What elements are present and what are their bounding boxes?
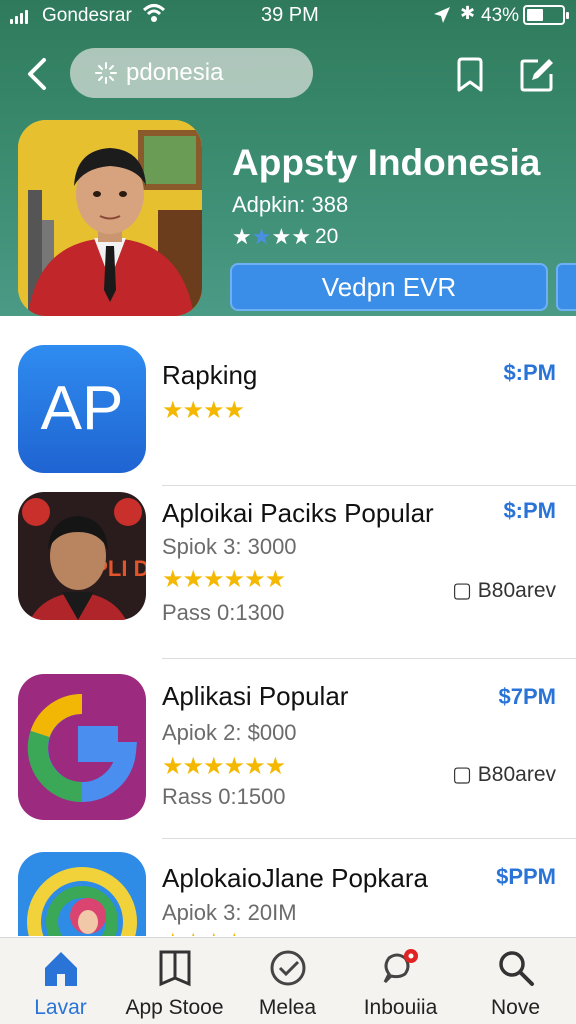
app-stars: ★★★★ (162, 928, 245, 936)
tab-inbouiia[interactable]: Inbouiia (343, 938, 458, 1024)
app-price[interactable]: $7PM (499, 684, 556, 710)
tab-label: Nove (490, 996, 541, 1019)
badge-icon: ▢ (452, 763, 472, 786)
app-subtitle: Apiok 2: $000 (162, 720, 297, 745)
wifi-icon (142, 2, 166, 29)
tab-label: Melea (258, 996, 317, 1019)
star-icon: ★ (232, 224, 252, 249)
featured-app-title: Appsty Indonesia (232, 142, 541, 183)
star-icon: ★ (251, 224, 272, 249)
status-bar: Gondesrar 39 PM ✱ 43% (0, 0, 576, 32)
featured-app-button[interactable]: Vedpn EVR (230, 263, 548, 311)
star-icon: ★ (271, 224, 292, 249)
star-icon: ★ (291, 224, 311, 249)
featured-app-secondary-button[interactable] (556, 263, 576, 311)
tab-lavar[interactable]: Lavar (3, 938, 118, 1024)
list-item[interactable]: AP Rapking ★★★★ $:PM (0, 316, 576, 486)
app-list: AP Rapking ★★★★ $:PM APLI DO Aploikai Pa… (0, 316, 576, 936)
tab-nove[interactable]: Nove (458, 938, 573, 1024)
app-title: Rapking (162, 360, 258, 390)
app-header: Gondesrar 39 PM ✱ 43% pdonesia Appsty In… (0, 0, 576, 316)
app-icon[interactable]: AP (18, 345, 146, 473)
bluetooth-icon: ✱ (460, 3, 476, 23)
back-button[interactable] (22, 54, 58, 94)
tab-label: Lavar (34, 996, 87, 1019)
app-title: Aploikai Paciks Popular (162, 498, 434, 528)
app-icon[interactable] (18, 852, 146, 936)
app-title: AplokaioJlane Popkara (162, 863, 428, 893)
book-icon (159, 950, 190, 987)
rating-count: 20 (314, 225, 339, 248)
badge-icon: ▢ (452, 579, 472, 602)
signal-icon (10, 10, 28, 24)
bookmark-icon (457, 57, 483, 92)
edit-button[interactable] (518, 56, 556, 94)
tab-label: App Stooe (125, 996, 224, 1019)
app-icon-text: AP (41, 374, 124, 443)
featured-app-subtitle: Adpkin: 388 (232, 192, 349, 217)
app-icon[interactable]: G (18, 674, 146, 820)
search-text: pdonesia (126, 59, 224, 86)
app-stars: ★★★★★★ (162, 566, 286, 593)
app-stars: ★★★★★★ (162, 753, 286, 780)
app-price[interactable]: $PPM (496, 864, 556, 890)
list-item[interactable]: AplokaioJlane Popkara Apiok 3: 20IM ★★★★… (0, 838, 576, 936)
app-subtitle: Spiok 3: 3000 (162, 534, 297, 559)
app-price[interactable]: $:PM (503, 360, 556, 386)
app-rating-text: Pass 0:1300 (162, 600, 285, 625)
bookmark-button[interactable] (452, 56, 488, 94)
tab-bar: Lavar App Stooe Melea Inbouiia Nove (0, 937, 576, 1024)
search-input[interactable]: pdonesia (70, 48, 313, 98)
location-icon (432, 5, 452, 30)
app-icon[interactable]: APLI DO (18, 492, 146, 620)
app-stars: ★★★★ (162, 397, 245, 424)
home-icon (44, 952, 77, 986)
search-icon (498, 951, 534, 986)
carrier-name: Gondesrar (42, 5, 132, 26)
app-rating-text: Rass 0:1500 (162, 784, 286, 809)
badge-text: B80arev (477, 763, 556, 786)
edit-icon (520, 59, 553, 92)
sparkle-icon (95, 62, 117, 84)
app-price[interactable]: $:PM (503, 498, 556, 524)
tab-app-store[interactable]: App Stooe (117, 938, 232, 1024)
battery-icon (523, 5, 569, 25)
tab-melea[interactable]: Melea (230, 938, 345, 1024)
featured-app-rating: ★ ★ ★ ★ 20 (232, 224, 338, 250)
chevron-left-icon (28, 58, 46, 90)
app-badge: ▢ B80arev (452, 762, 556, 787)
list-item[interactable]: APLI DO Aploikai Paciks Popular Spiok 3:… (0, 486, 576, 659)
app-title: Aplikasi Popular (162, 681, 349, 711)
app-badge: ▢ B80arev (452, 578, 556, 603)
status-time: 39 PM (261, 4, 319, 26)
check-circle-icon (270, 950, 305, 986)
app-subtitle: Apiok 3: 20IM (162, 900, 297, 925)
chat-bell-icon (383, 949, 418, 984)
badge-text: B80arev (477, 579, 556, 602)
battery-percent: 43% (481, 5, 520, 26)
list-item[interactable]: G Aplikasi Popular Apiok 2: $000 ★★★★★★ … (0, 658, 576, 839)
tab-label: Inbouiia (363, 996, 438, 1019)
featured-app-image[interactable] (18, 120, 202, 316)
